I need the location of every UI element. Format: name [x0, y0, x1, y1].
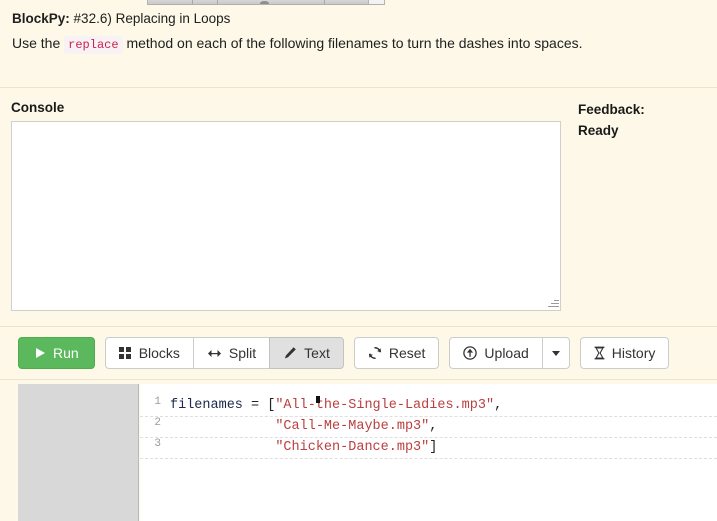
upload-group: Upload	[449, 337, 570, 369]
assignment-title-line: BlockPy: #32.6) Replacing in Loops	[12, 9, 705, 28]
play-icon	[34, 347, 46, 359]
arrows-left-right-icon	[207, 348, 222, 359]
console-output[interactable]	[11, 121, 561, 311]
feedback-column: Feedback: Ready	[578, 99, 708, 141]
feedback-status: Ready	[578, 123, 619, 138]
code-line-text: "Chicken-Dance.mp3"]	[170, 437, 437, 458]
console-feedback-row: Console Feedback: Ready	[0, 89, 717, 325]
code-line[interactable]: "Chicken-Dance.mp3"]	[140, 437, 717, 458]
line-separator	[140, 458, 717, 459]
editor-area: 1 2 3 filenames = ["All-the-Single-Ladie…	[0, 379, 717, 521]
app-brand-label: BlockPy:	[12, 11, 70, 26]
instruction-text: Use the replace method on each of the fo…	[12, 32, 705, 56]
resize-handle-icon[interactable]	[545, 295, 559, 309]
upload-button[interactable]: Upload	[449, 337, 543, 369]
code-editor[interactable]: 1 2 3 filenames = ["All-the-Single-Ladie…	[140, 384, 717, 521]
code-token-op: ]	[429, 440, 438, 455]
text-view-label: Text	[304, 345, 330, 361]
reset-button[interactable]: Reset	[353, 337, 440, 369]
console-column: Console	[11, 99, 561, 311]
split-view-button[interactable]: Split	[192, 337, 271, 369]
blocks-palette-panel[interactable]	[18, 384, 139, 521]
code-token-op	[170, 440, 275, 455]
run-button-label: Run	[53, 345, 79, 361]
history-button[interactable]: History	[579, 337, 670, 369]
text-view-button[interactable]: Text	[269, 337, 344, 369]
assignment-title: #32.6) Replacing in Loops	[73, 11, 231, 26]
instructions-panel: BlockPy: #32.6) Replacing in Loops Use t…	[0, 5, 717, 88]
editor-toolbar: Run Blocks Split Text Reset Upload Histo…	[18, 337, 670, 369]
code-line-text: filenames = ["All-the-Single-Ladies.mp3"…	[170, 395, 502, 416]
history-button-label: History	[611, 345, 656, 361]
feedback-label: Feedback:	[578, 102, 645, 117]
upload-button-label: Upload	[484, 345, 529, 361]
instruction-prefix: Use the	[12, 35, 61, 51]
hourglass-icon	[594, 346, 605, 360]
code-token-op: ,	[429, 419, 438, 434]
code-line[interactable]: filenames = ["All-the-Single-Ladies.mp3"…	[140, 395, 717, 416]
code-token-op: ,	[494, 398, 503, 413]
split-view-label: Split	[228, 345, 257, 361]
code-lines[interactable]: filenames = ["All-the-Single-Ladies.mp3"…	[140, 384, 717, 521]
chevron-down-icon	[551, 350, 560, 356]
code-token-str: "All-the-Single-Ladies.mp3"	[275, 398, 495, 413]
console-label: Console	[11, 100, 65, 115]
inline-code-replace: replace	[64, 36, 123, 54]
blocks-view-label: Blocks	[138, 345, 180, 361]
view-mode-group: Blocks Split Text	[104, 337, 344, 369]
refresh-icon	[368, 346, 382, 360]
code-token-name: filenames	[170, 398, 252, 413]
blocks-icon	[118, 346, 132, 360]
editor-toolbar-bar: Run Blocks Split Text Reset Upload Histo…	[0, 326, 717, 378]
run-button[interactable]: Run	[18, 337, 95, 369]
instruction-suffix: method on each of the following filename…	[126, 35, 583, 51]
code-line[interactable]: "Call-Me-Maybe.mp3",	[140, 416, 717, 437]
pencil-icon	[283, 346, 297, 360]
reset-button-label: Reset	[388, 345, 426, 361]
code-token-str: "Chicken-Dance.mp3"	[275, 440, 430, 455]
code-token-op: = [	[251, 398, 276, 413]
upload-dropdown-toggle[interactable]	[541, 337, 570, 369]
code-token-op	[170, 419, 275, 434]
blocks-view-button[interactable]: Blocks	[104, 337, 194, 369]
line-separator	[140, 437, 717, 438]
code-line-text: "Call-Me-Maybe.mp3",	[170, 416, 437, 437]
code-token-str: "Call-Me-Maybe.mp3"	[275, 419, 430, 434]
mouse-cursor	[316, 396, 320, 403]
upload-circle-icon	[463, 346, 478, 360]
line-separator	[140, 416, 717, 417]
